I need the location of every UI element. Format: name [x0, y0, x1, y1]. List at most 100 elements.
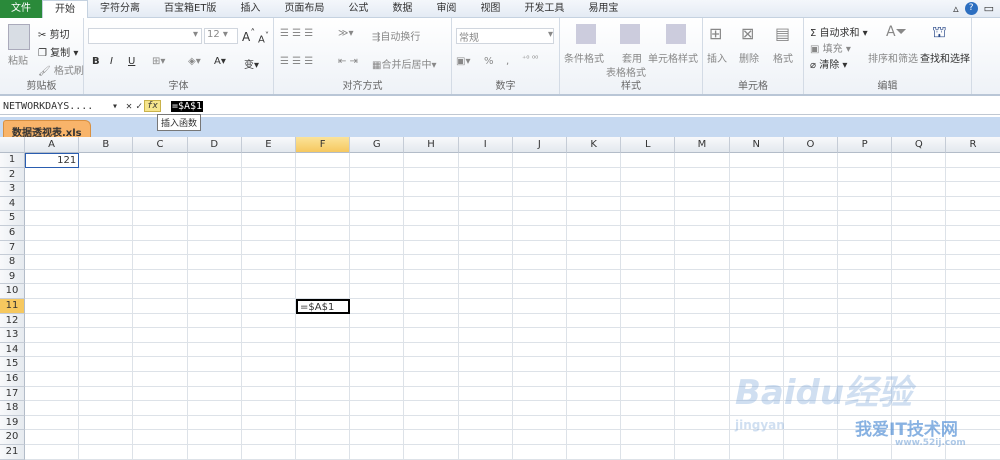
cell-B6[interactable]	[79, 226, 134, 241]
cell-I10[interactable]	[458, 284, 513, 299]
cell-R19[interactable]	[946, 415, 1000, 431]
cell-H19[interactable]	[404, 415, 459, 431]
cell-A7[interactable]	[25, 240, 80, 256]
cell-C6[interactable]	[133, 226, 188, 241]
cell-I13[interactable]	[458, 328, 513, 343]
spreadsheet-grid[interactable]: A B C D E F G H I J K L M N O P Q R 1 121 2 3 4 5 6 7 8 9 10 11 =$A$1 1…	[0, 137, 1000, 460]
enter-button[interactable]: ✓	[136, 101, 142, 112]
cell-O13[interactable]	[783, 328, 838, 343]
cell-N12[interactable]	[729, 313, 784, 329]
cell-C3[interactable]	[133, 182, 188, 197]
cell-L1[interactable]	[621, 153, 676, 168]
cell-F10[interactable]	[296, 284, 351, 299]
cell-E10[interactable]	[241, 284, 296, 299]
cell-D9[interactable]	[187, 269, 242, 285]
cell-L8[interactable]	[621, 255, 676, 270]
cell-F16[interactable]	[296, 372, 351, 387]
cell-E11[interactable]	[241, 299, 296, 314]
cell-I7[interactable]	[458, 240, 513, 256]
cell-O16[interactable]	[783, 372, 838, 387]
cell-F20[interactable]	[296, 430, 351, 445]
cell-B11[interactable]	[79, 299, 134, 314]
cell-J11[interactable]	[512, 299, 567, 314]
cell-C9[interactable]	[133, 269, 188, 285]
shrink-font-button[interactable]: A˅	[258, 30, 269, 45]
delete-cells-button[interactable]: 删除	[739, 50, 759, 65]
row-header-1[interactable]: 1	[0, 153, 25, 168]
cell-C16[interactable]	[133, 372, 188, 387]
cell-A12[interactable]	[25, 313, 80, 329]
cell-F3[interactable]	[296, 182, 351, 197]
cell-K4[interactable]	[567, 196, 622, 212]
cell-Q12[interactable]	[892, 313, 947, 329]
cell-M19[interactable]	[675, 415, 730, 431]
cell-M12[interactable]	[675, 313, 730, 329]
cell-N3[interactable]	[729, 182, 784, 197]
cell-C1[interactable]	[133, 153, 188, 168]
cell-K16[interactable]	[567, 372, 622, 387]
cell-A4[interactable]	[25, 196, 80, 212]
cell-R16[interactable]	[946, 372, 1000, 387]
row-header-8[interactable]: 8	[0, 255, 25, 270]
cell-M3[interactable]	[675, 182, 730, 197]
cell-P16[interactable]	[838, 372, 893, 387]
copy-button[interactable]: ❐ 复制 ▾	[38, 44, 78, 59]
cell-B9[interactable]	[79, 269, 134, 285]
cell-M21[interactable]	[675, 445, 730, 460]
cell-D21[interactable]	[187, 445, 242, 460]
cell-G13[interactable]	[350, 328, 405, 343]
cell-B8[interactable]	[79, 255, 134, 270]
cell-L21[interactable]	[621, 445, 676, 460]
cell-R9[interactable]	[946, 269, 1000, 285]
cell-E3[interactable]	[241, 182, 296, 197]
cell-B3[interactable]	[79, 182, 134, 197]
cell-R14[interactable]	[946, 342, 1000, 358]
cell-O14[interactable]	[783, 342, 838, 358]
tab-3[interactable]: 百宝箱ET版	[152, 0, 228, 18]
cell-I15[interactable]	[458, 357, 513, 372]
cell-D15[interactable]	[187, 357, 242, 372]
cell-R15[interactable]	[946, 357, 1000, 372]
cell-D20[interactable]	[187, 430, 242, 445]
cell-K14[interactable]	[567, 342, 622, 358]
cell-Q20[interactable]	[892, 430, 947, 445]
help-icon[interactable]: ?	[964, 2, 978, 15]
cell-I20[interactable]	[458, 430, 513, 445]
cell-I5[interactable]	[458, 211, 513, 226]
cell-O3[interactable]	[783, 182, 838, 197]
row-header-2[interactable]: 2	[0, 167, 25, 183]
cell-M4[interactable]	[675, 196, 730, 212]
cell-E4[interactable]	[241, 196, 296, 212]
cell-N19[interactable]	[729, 415, 784, 431]
cell-D16[interactable]	[187, 372, 242, 387]
cell-E16[interactable]	[241, 372, 296, 387]
cell-R7[interactable]	[946, 240, 1000, 256]
cell-J19[interactable]	[512, 415, 567, 431]
cell-D10[interactable]	[187, 284, 242, 299]
cell-H3[interactable]	[404, 182, 459, 197]
cell-P9[interactable]	[838, 269, 893, 285]
cell-J5[interactable]	[512, 211, 567, 226]
cell-O19[interactable]	[783, 415, 838, 431]
column-header-H[interactable]: H	[404, 137, 459, 153]
cell-E5[interactable]	[241, 211, 296, 226]
grow-font-button[interactable]: A˄	[242, 28, 255, 44]
cell-O1[interactable]	[783, 153, 838, 168]
cell-L20[interactable]	[621, 430, 676, 445]
cell-P21[interactable]	[838, 445, 893, 460]
cell-A5[interactable]	[25, 211, 80, 226]
cell-J18[interactable]	[512, 401, 567, 416]
fill-color-button[interactable]: ◈▾	[188, 56, 201, 67]
cell-R8[interactable]	[946, 255, 1000, 270]
conditional-format-button[interactable]: 条件格式	[564, 50, 604, 65]
cell-L16[interactable]	[621, 372, 676, 387]
cell-P20[interactable]	[838, 430, 893, 445]
cell-P14[interactable]	[838, 342, 893, 358]
row-header-21[interactable]: 21	[0, 445, 25, 460]
cell-F5[interactable]	[296, 211, 351, 226]
cell-L18[interactable]	[621, 401, 676, 416]
cell-L13[interactable]	[621, 328, 676, 343]
cell-O2[interactable]	[783, 167, 838, 183]
column-header-C[interactable]: C	[133, 137, 188, 153]
cell-J15[interactable]	[512, 357, 567, 372]
